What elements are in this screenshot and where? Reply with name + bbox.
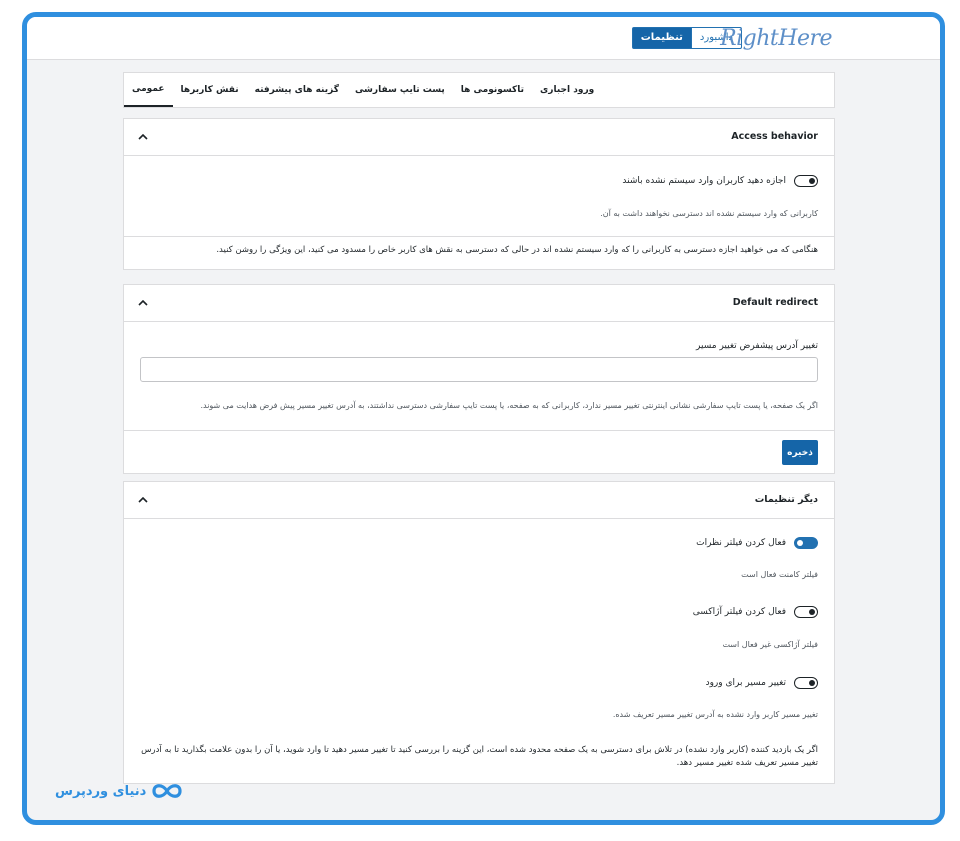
tab-custom-post-types[interactable]: پست تایپ سفارشی [347,73,453,107]
watermark: دنیای وردپرس [55,781,184,801]
infinity-logo-icon [152,784,182,798]
save-button[interactable]: ذخیره [782,440,818,465]
chevron-up-icon[interactable] [136,297,150,309]
tab-general[interactable]: عمومی [124,73,173,107]
access-behavior-panel: Access behavior اجازه دهید کاربران وارد … [123,118,835,270]
other-settings-panel: دیگر تنظیمات فعال کردن فیلتر نظرات فیلتر… [123,481,835,784]
allow-guests-toggle[interactable] [794,175,818,187]
top-bar: تنظیمات داشبورد RightHere [27,17,940,60]
setting-description: کاربرانی که وارد سیستم نشده اند دسترسی ن… [600,209,818,218]
login-redirect-toggle[interactable] [794,677,818,689]
settings-button[interactable]: تنظیمات [631,27,692,49]
chevron-up-icon[interactable] [136,131,150,143]
setting-description: فیلتر آژاکسی غیر فعال است [722,640,818,649]
redirect-url-label: تغییر آدرس پیشفرض تغییر مسیر [696,341,818,351]
divider [124,236,834,237]
app-window: تنظیمات داشبورد RightHere عمومی نقش کارب… [22,12,945,825]
panel-title: Default redirect [732,297,818,308]
divider [124,430,834,431]
ajax-filter-toggle[interactable] [794,606,818,618]
redirect-url-input[interactable] [140,357,818,382]
comment-filter-toggle[interactable] [794,537,818,549]
setting-note: اگر یک بازدید کننده (کاربر وارد نشده) در… [141,745,818,769]
comment-filter-row: فعال کردن فیلتر نظرات [696,537,818,549]
login-redirect-row: تغییر مسیر برای ورود [706,677,818,689]
tab-forced-login[interactable]: ورود اجباری [532,73,602,107]
save-button-wrap: ذخیره [782,440,818,465]
panel-header: Default redirect [124,285,834,322]
toggle-label: تغییر مسیر برای ورود [705,678,786,688]
tab-advanced-options[interactable]: گزینه های پیشرفته [247,73,347,107]
tab-taxonomies[interactable]: تاکسونومی ها [453,73,532,107]
setting-note: هنگامی که می خواهید اجازه دسترسی به کارب… [216,245,818,255]
watermark-text: دنیای وردپرس [55,783,147,799]
tab-user-roles[interactable]: نقش کاربرها [173,73,247,107]
setting-description: اگر یک صفحه، یا پست تایپ سفارشی نشانی ای… [200,401,818,410]
toggle-label: فعال کردن فیلتر آژاکسی [692,607,786,617]
allow-guests-row: اجازه دهید کاربران وارد سیستم نشده باشند [622,175,818,187]
setting-description: تغییر مسیر کاربر وارد نشده به آدرس تغییر… [612,710,818,719]
settings-tabs: عمومی نقش کاربرها گزینه های پیشرفته پست … [123,72,835,108]
panel-title: Access behavior [731,131,818,142]
panel-header: Access behavior [124,119,834,156]
toggle-label: اجازه دهید کاربران وارد سیستم نشده باشند [622,176,786,186]
panel-header: دیگر تنظیمات [124,482,834,519]
ajax-filter-row: فعال کردن فیلتر آژاکسی [693,606,818,618]
chevron-up-icon[interactable] [136,494,150,506]
default-redirect-panel: Default redirect تغییر آدرس پیشفرض تغییر… [123,284,835,474]
brand-logo: RightHere [720,26,832,51]
toggle-label: فعال کردن فیلتر نظرات [696,538,786,548]
panel-title: دیگر تنظیمات [754,494,818,505]
setting-description: فیلتر کامنت فعال است [741,570,818,579]
